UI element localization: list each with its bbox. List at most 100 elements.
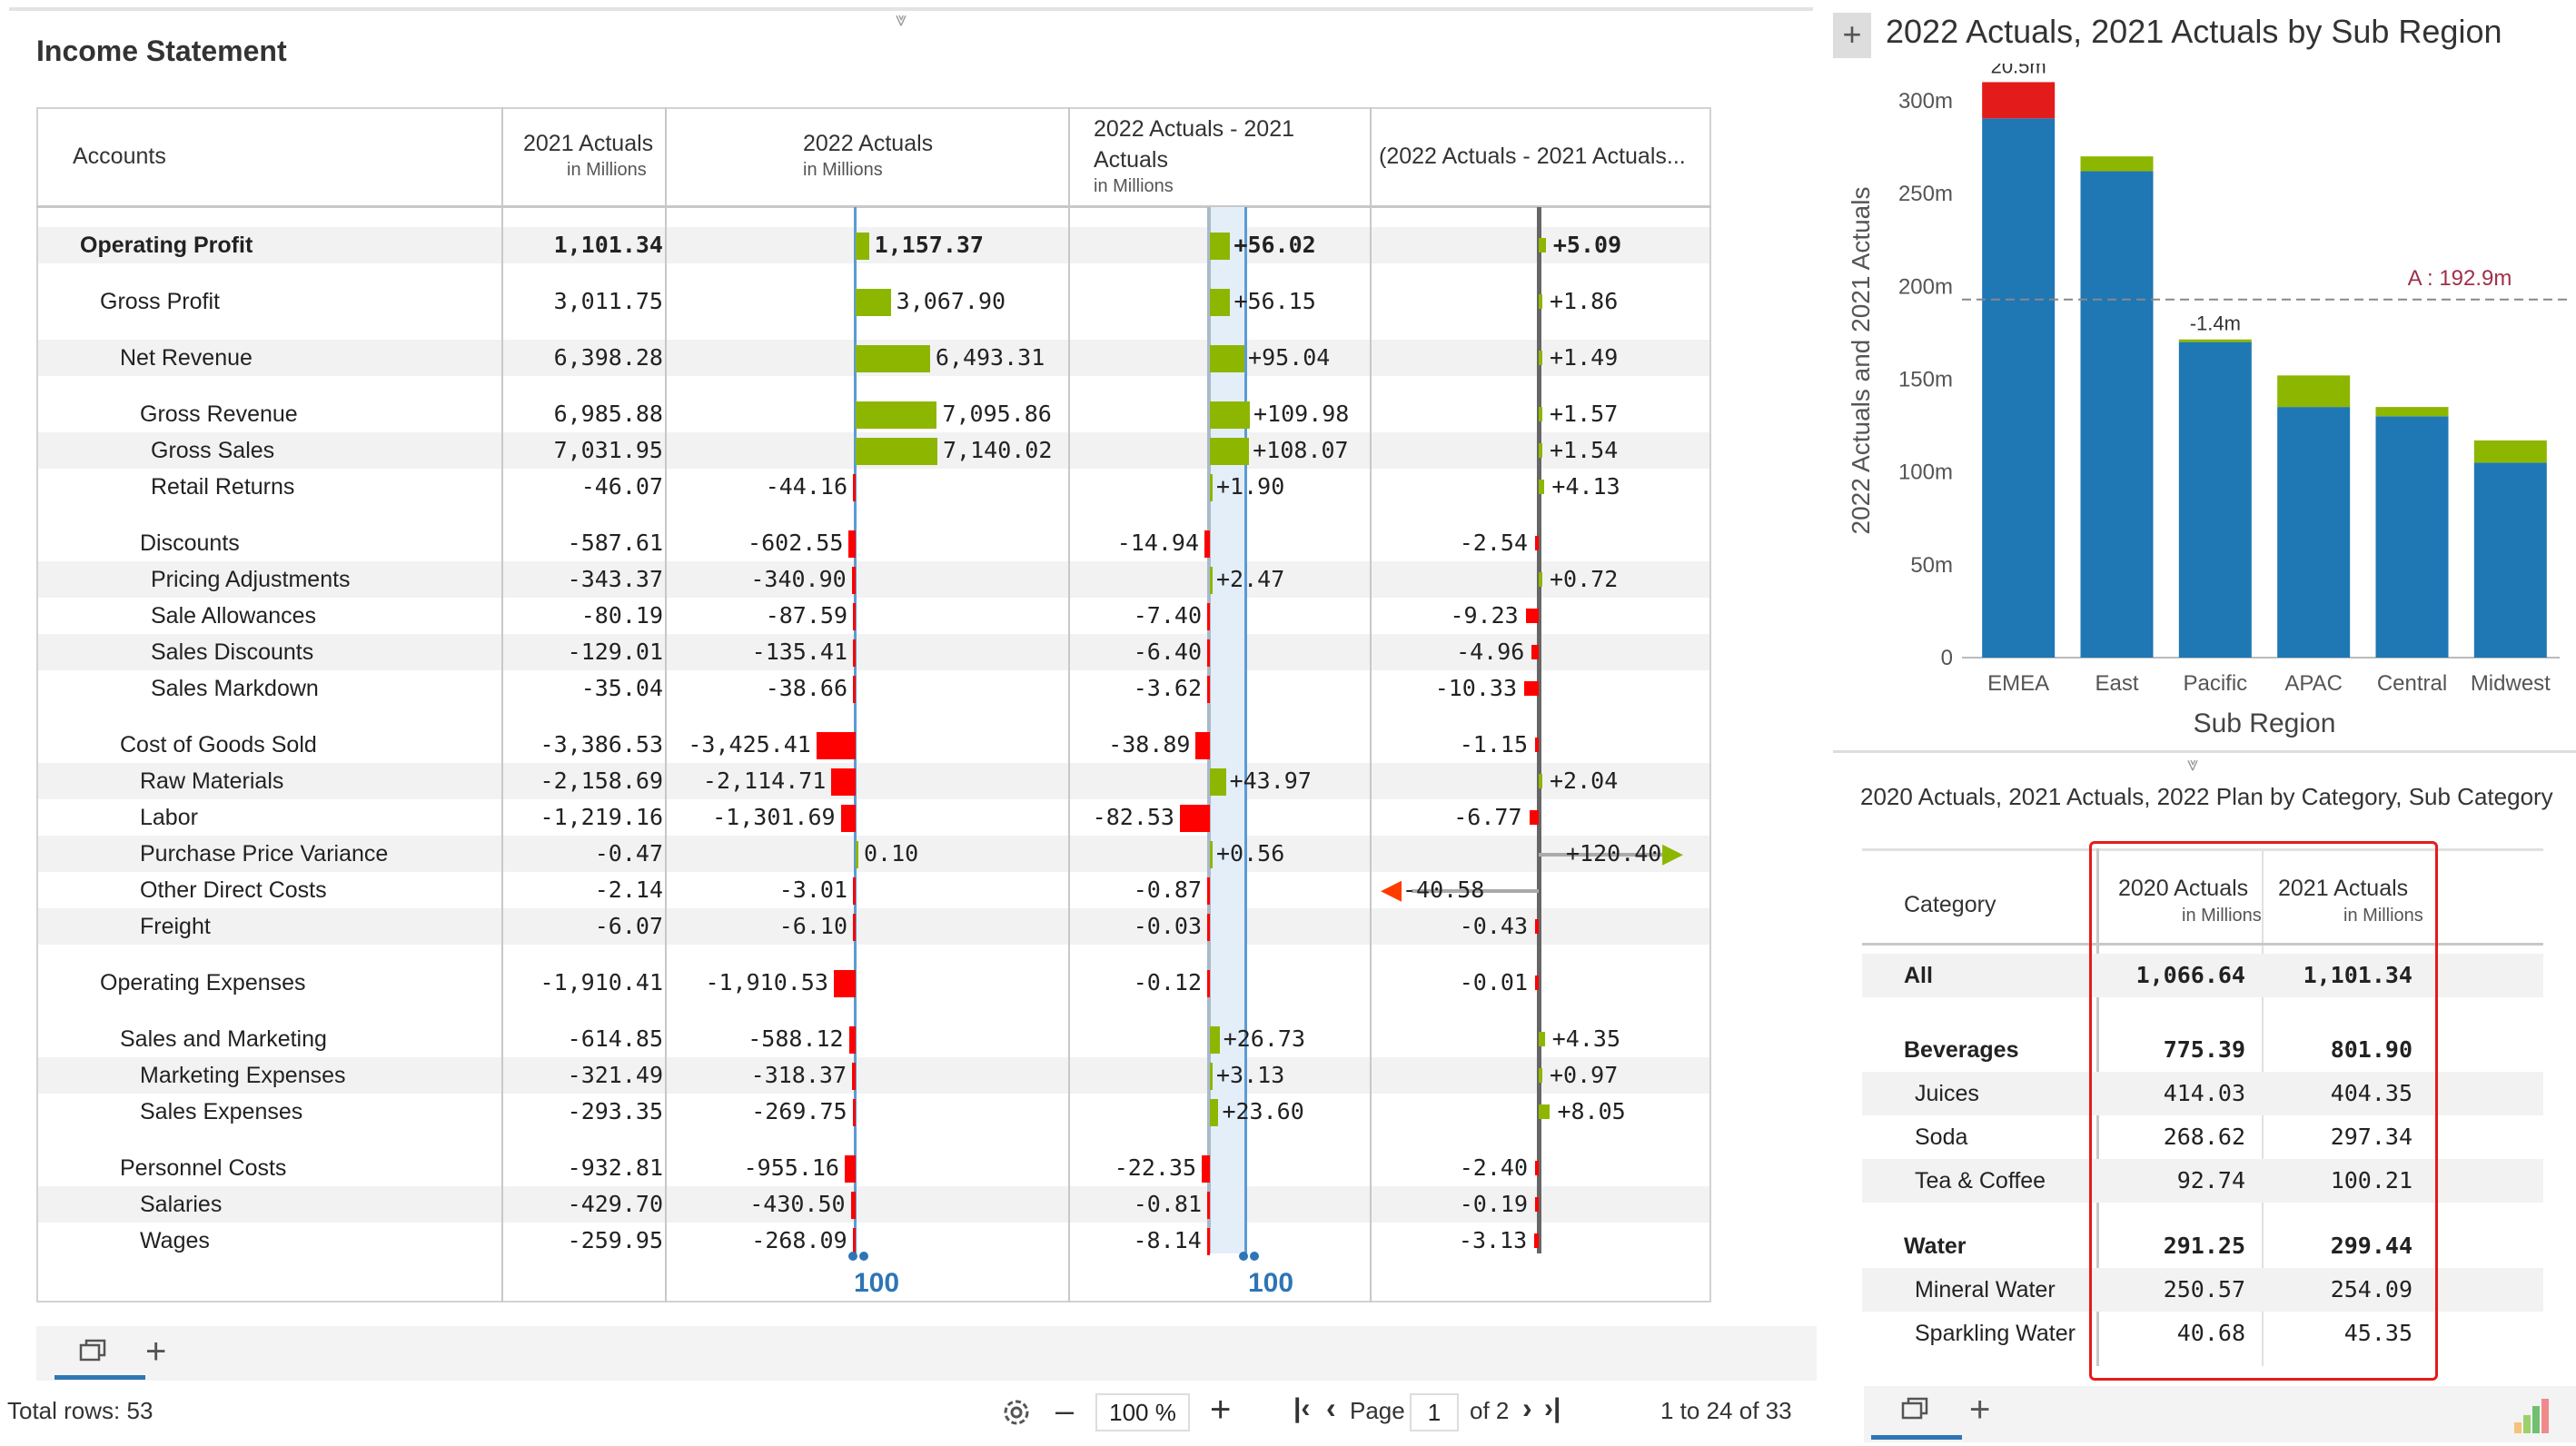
table-row[interactable]: Marketing Expenses -321.49 (38, 1057, 1709, 1094)
header-accounts[interactable]: Accounts (73, 142, 166, 171)
zoom-out-button[interactable]: – (1055, 1392, 1074, 1430)
percent-variance-bar[interactable] (1535, 1161, 1539, 1175)
header-variance-line2[interactable]: Actuals (1094, 145, 1168, 174)
actuals-2022-bar[interactable] (856, 401, 937, 429)
bar-variance-midwest[interactable] (2473, 440, 2547, 463)
variance-bar[interactable] (1202, 1155, 1210, 1183)
category-row-label[interactable]: Mineral Water (1915, 1272, 2056, 1308)
table-row[interactable]: Pricing Adjustments -343.37 (38, 561, 1709, 598)
sheet-tab-icon[interactable] (1898, 1395, 1933, 1426)
zoom-in-button[interactable]: + (1210, 1390, 1231, 1431)
sheet-tab-icon[interactable] (76, 1337, 111, 1368)
variance-bar[interactable] (1207, 877, 1210, 905)
bar-variance-east[interactable] (2080, 156, 2154, 172)
actuals-2022-bar[interactable] (853, 639, 856, 667)
variance-bar[interactable] (1207, 603, 1210, 630)
variance-bar[interactable] (1179, 805, 1210, 832)
variance-bar[interactable] (1210, 1026, 1220, 1054)
variance-bar[interactable] (1204, 530, 1210, 558)
actuals-2022-bar[interactable] (850, 1192, 856, 1219)
actuals-2022-bar[interactable] (852, 1099, 856, 1126)
percent-variance-bar[interactable] (1534, 1233, 1539, 1248)
variance-bar[interactable] (1210, 438, 1250, 465)
next-page-icon[interactable]: › (1522, 1392, 1532, 1425)
percent-variance-bar[interactable] (1535, 536, 1539, 550)
table-row[interactable]: Sales and Marketing -614.85 (38, 1021, 1709, 1057)
percent-variance-bar[interactable] (1539, 1068, 1542, 1083)
actuals-2022-bar[interactable] (831, 768, 856, 796)
bar-base-emea[interactable] (1982, 118, 2056, 658)
category-row-label[interactable]: Beverages (1904, 1032, 2018, 1068)
page-number-input[interactable]: 1 (1410, 1393, 1459, 1431)
actuals-2022-bar[interactable] (853, 603, 856, 630)
bar-base-pacific[interactable] (2178, 342, 2252, 658)
add-sheet-icon[interactable]: + (145, 1333, 166, 1370)
variance-bar[interactable] (1207, 676, 1210, 703)
percent-variance-bar[interactable] (1539, 238, 1546, 253)
add-sheet-icon[interactable]: + (1969, 1392, 1990, 1428)
header-2021-actuals[interactable]: 2021 Actuals (523, 129, 653, 158)
category-row-label[interactable]: Soda (1915, 1119, 1967, 1155)
variance-bar[interactable] (1210, 841, 1213, 868)
table-row[interactable]: Retail Returns -46.07 (38, 469, 1709, 505)
variance-bar[interactable] (1210, 567, 1213, 594)
actuals-2022-bar[interactable] (851, 567, 856, 594)
percent-variance-bar[interactable] (1535, 1197, 1539, 1212)
actuals-2022-bar[interactable] (833, 970, 856, 997)
percent-variance-bar[interactable] (1539, 1104, 1551, 1119)
bar-variance-emea[interactable] (1982, 82, 2056, 119)
header-category[interactable]: Category (1904, 886, 1996, 923)
category-row-label[interactable]: Water (1904, 1228, 1967, 1264)
actuals-2022-bar[interactable] (848, 1026, 856, 1054)
variance-bar[interactable] (1210, 768, 1226, 796)
variance-bar[interactable] (1210, 289, 1231, 316)
percent-variance-bar[interactable] (1539, 351, 1542, 365)
bar-base-east[interactable] (2080, 171, 2154, 659)
category-row-label[interactable]: All (1904, 957, 1933, 994)
actuals-2022-bar[interactable] (844, 1155, 856, 1183)
previous-page-icon[interactable]: ‹ (1326, 1392, 1336, 1425)
header-2022-actuals[interactable]: 2022 Actuals (803, 129, 933, 158)
category-row-label[interactable]: Tea & Coffee (1915, 1163, 2046, 1199)
percent-variance-bar[interactable] (1539, 1032, 1545, 1046)
actuals-2022-bar[interactable] (856, 233, 869, 260)
variance-bar[interactable] (1207, 914, 1210, 941)
zoom-level-input[interactable]: 100 % (1095, 1393, 1190, 1431)
variance-bar[interactable] (1195, 732, 1210, 759)
last-page-icon[interactable]: ›| (1544, 1393, 1560, 1424)
actuals-2022-bar[interactable] (853, 474, 856, 501)
percent-variance-bar[interactable] (1539, 294, 1542, 309)
variance-bar[interactable] (1210, 233, 1231, 260)
percent-variance-bar[interactable] (1529, 810, 1539, 825)
actuals-2022-bar[interactable] (853, 676, 856, 703)
percent-variance-bar[interactable] (1535, 976, 1539, 990)
table-row[interactable]: Raw Materials -2,158.69 (38, 763, 1709, 799)
bar-variance-central[interactable] (2375, 407, 2449, 417)
bar-variance-apac[interactable] (2277, 375, 2351, 408)
collapse-chevron-icon[interactable]: ⩔ (896, 9, 907, 29)
variance-bar[interactable] (1207, 639, 1210, 667)
percent-variance-bar[interactable] (1525, 609, 1539, 623)
actuals-2022-bar[interactable] (856, 841, 858, 868)
actuals-2022-bar[interactable] (853, 877, 856, 905)
percent-variance-bar[interactable] (1535, 738, 1539, 752)
actuals-2022-bar[interactable] (856, 345, 930, 372)
bar-base-central[interactable] (2375, 416, 2449, 658)
bar-base-midwest[interactable] (2473, 462, 2547, 658)
actuals-2022-bar[interactable] (851, 1063, 856, 1090)
header-variance-percent[interactable]: (2022 Actuals - 2021 Actuals... (1379, 142, 1686, 171)
variance-bar[interactable] (1210, 345, 1245, 372)
percent-variance-bar[interactable] (1535, 919, 1539, 934)
settings-gear-icon[interactable] (999, 1395, 1034, 1434)
percent-variance-bar[interactable] (1539, 774, 1542, 788)
percent-variance-bar[interactable] (1539, 407, 1542, 421)
variance-bar[interactable] (1210, 474, 1213, 501)
variance-bar[interactable] (1207, 970, 1210, 997)
first-page-icon[interactable]: |‹ (1293, 1393, 1310, 1424)
header-variance-line1[interactable]: 2022 Actuals - 2021 (1094, 114, 1294, 144)
category-row-label[interactable]: Sparkling Water (1915, 1315, 2076, 1352)
actuals-2022-bar[interactable] (816, 732, 856, 759)
variance-bar[interactable] (1210, 1063, 1213, 1090)
percent-variance-bar[interactable] (1524, 681, 1539, 696)
percent-variance-bar[interactable] (1539, 572, 1542, 587)
